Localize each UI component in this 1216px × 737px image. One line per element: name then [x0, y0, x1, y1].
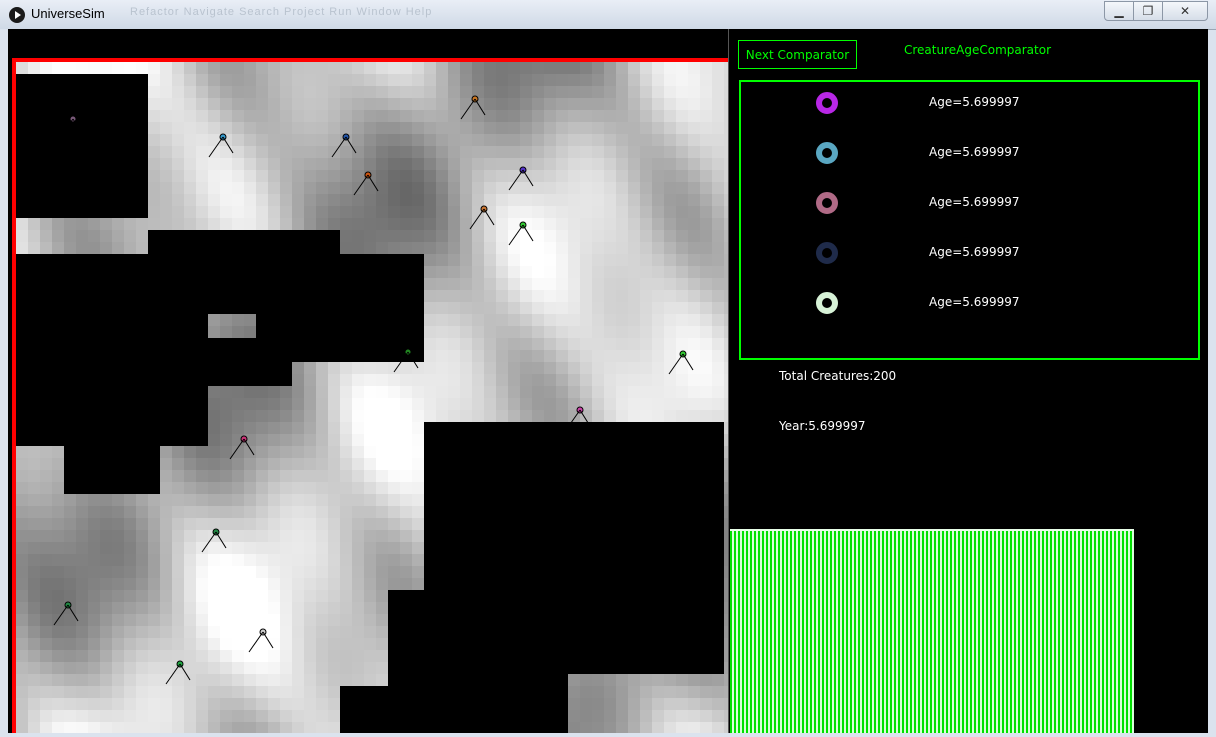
- restore-icon: ❐: [1142, 4, 1154, 18]
- creature-rank-icon: [816, 292, 838, 314]
- background-menu-ghost: Refactor Navigate Search Project Run Win…: [130, 6, 433, 18]
- total-creatures-label: Total Creatures:200: [779, 369, 897, 383]
- close-icon: ✕: [1179, 4, 1191, 18]
- creature-leg: [58, 118, 74, 140]
- comparator-name: CreatureAgeComparator: [904, 43, 1052, 57]
- minimize-button[interactable]: ▁: [1104, 1, 1134, 21]
- creature-age-label: Age=5.699997: [929, 295, 1020, 309]
- window-frame: [0, 29, 8, 737]
- restore-button[interactable]: ❐: [1133, 1, 1163, 21]
- creature-age-label: Age=5.699997: [929, 145, 1020, 159]
- top-creatures-box: [739, 80, 1200, 360]
- creature-age-label: Age=5.699997: [929, 195, 1020, 209]
- creature-rank-icon: [816, 142, 838, 164]
- creature-rank-icon: [816, 92, 838, 114]
- creature-age-label: Age=5.699997: [929, 245, 1020, 259]
- world-map[interactable]: [8, 29, 729, 733]
- world-border-top: [12, 58, 728, 62]
- year-label: Year:5.699997: [779, 419, 866, 433]
- window-controls: ▁ ❐ ✕: [1104, 1, 1208, 21]
- terrain-grid: [16, 62, 729, 733]
- world-border-left: [12, 58, 16, 733]
- minimize-icon: ▁: [1114, 4, 1124, 18]
- app-play-icon: [9, 7, 25, 23]
- creature-rank-icon: [816, 242, 838, 264]
- simulation-canvas[interactable]: Next Comparator CreatureAgeComparator Ag…: [8, 29, 1208, 733]
- window-title: UniverseSim: [31, 6, 105, 21]
- creature-leg: [72, 118, 84, 136]
- window-titlebar[interactable]: UniverseSim Refactor Navigate Search Pro…: [0, 0, 1216, 30]
- creature-rank-icon: [816, 192, 838, 214]
- creature-age-label: Age=5.699997: [929, 95, 1020, 109]
- close-button[interactable]: ✕: [1162, 1, 1208, 21]
- panel-divider: [728, 29, 729, 733]
- next-comparator-button[interactable]: Next Comparator: [738, 40, 857, 69]
- population-histogram: [730, 529, 1134, 733]
